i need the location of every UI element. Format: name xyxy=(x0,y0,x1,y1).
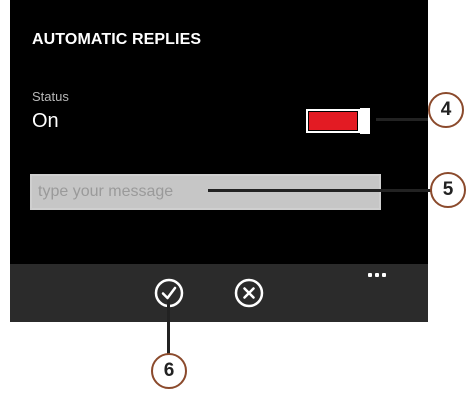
status-value: On xyxy=(32,110,59,132)
close-icon xyxy=(234,278,264,308)
cancel-button[interactable] xyxy=(234,278,264,308)
phone-screen: AUTOMATIC REPLIES Status On xyxy=(10,0,428,322)
more-dot-icon xyxy=(375,273,379,277)
message-input[interactable] xyxy=(30,174,381,210)
status-toggle[interactable] xyxy=(306,108,370,134)
callout-4: 4 xyxy=(428,92,464,128)
callout-5: 5 xyxy=(430,172,466,208)
toggle-thumb[interactable] xyxy=(360,108,370,134)
callout-line-6 xyxy=(167,300,170,354)
callout-line-4 xyxy=(376,118,428,121)
callout-line-5 xyxy=(208,189,432,192)
more-dot-icon xyxy=(368,273,372,277)
page-title: AUTOMATIC REPLIES xyxy=(32,31,202,48)
status-label: Status xyxy=(32,89,69,104)
toggle-fill xyxy=(309,112,357,130)
callout-6: 6 xyxy=(151,353,187,389)
more-options-button[interactable] xyxy=(365,264,391,284)
app-bar xyxy=(10,264,428,322)
more-dot-icon xyxy=(382,273,386,277)
